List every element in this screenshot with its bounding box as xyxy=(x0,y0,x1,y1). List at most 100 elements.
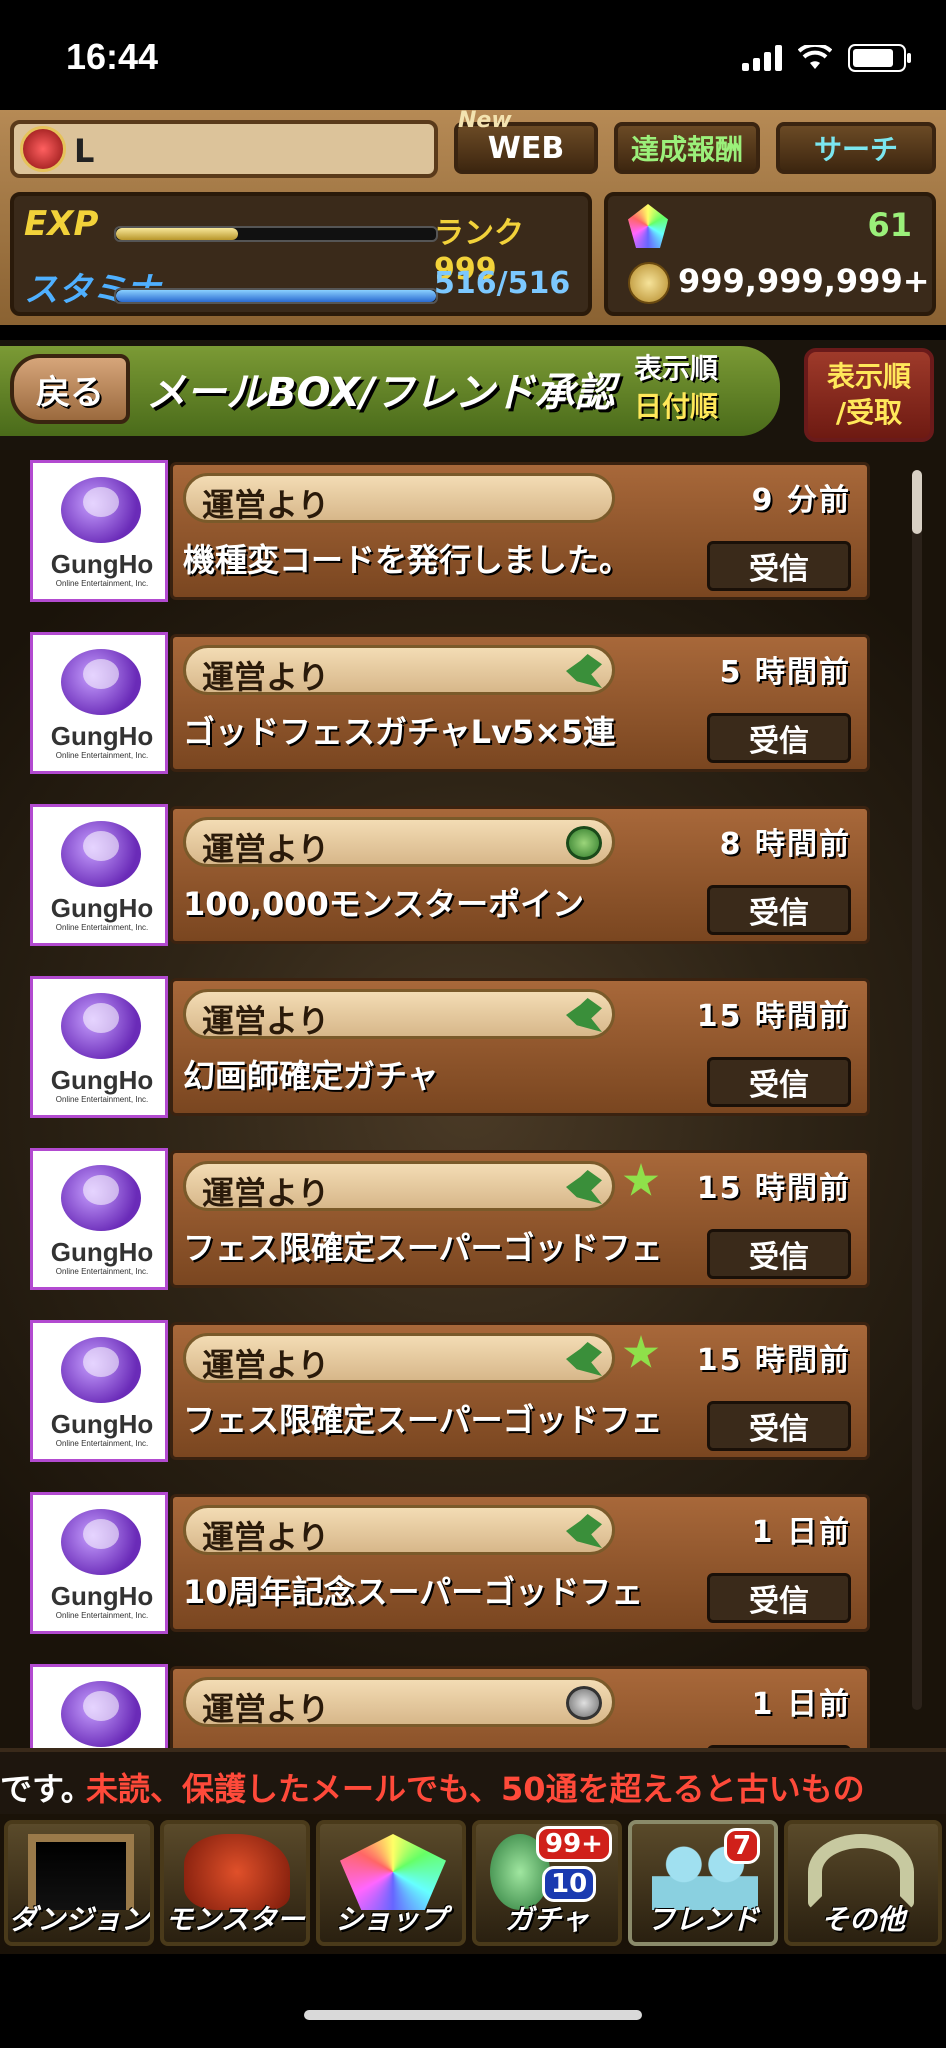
receive-button[interactable]: 受信 xyxy=(707,1229,851,1279)
mail-card[interactable]: 運営より 15 時間前 フェス限確定スーパーゴッドフェ 受信 xyxy=(170,1322,870,1460)
mail-sender: 運営より xyxy=(183,1505,615,1556)
mail-time: 1 日前 xyxy=(751,1515,851,1550)
nav-shop-label: ショップ xyxy=(334,1903,447,1936)
logo-text: GungHo xyxy=(50,721,154,751)
mail-sender-label: 運営より xyxy=(202,1002,330,1040)
receive-button[interactable]: 受信 xyxy=(707,1573,851,1623)
mail-subject: 機種変コードを発行しました。 xyxy=(183,541,632,579)
mail-sender: 運営より xyxy=(183,1333,615,1384)
mail-card[interactable]: 運営より 9 分前機種変コードを発行しました。 受信 xyxy=(170,462,870,600)
mail-card[interactable]: 運営より 15 時間前 フェス限確定スーパーゴッドフェ 受信 xyxy=(170,1150,870,1288)
mail-item[interactable]: GungHo Online Entertainment, Inc. 運営より 15 時… xyxy=(30,1148,870,1294)
wifi-icon xyxy=(798,45,832,69)
logo-subtext: Online Entertainment, Inc. xyxy=(55,1095,149,1104)
receive-button[interactable]: 受信 xyxy=(707,885,851,935)
receive-button[interactable]: 受信 xyxy=(707,541,851,591)
mail-item[interactable]: GungHo Online Entertainment, Inc. 運営より 1 日前… xyxy=(30,1492,870,1638)
sort-value: 日付順 xyxy=(634,390,719,423)
gacha-badge-blue: 10 xyxy=(542,1866,597,1902)
dragon-icon xyxy=(566,1514,602,1548)
mail-item[interactable]: GungHo Online Entertainment, Inc. 運営より 15 時… xyxy=(30,976,870,1122)
nav-monster[interactable]: モンスター xyxy=(160,1820,310,1946)
friend-badge: 7 xyxy=(724,1828,761,1864)
gacha-badge-red: 99+ xyxy=(536,1826,612,1862)
mail-sender: 運営より xyxy=(183,1677,615,1728)
mail-sender: 運営より xyxy=(183,473,615,524)
scrollbar-thumb[interactable] xyxy=(912,470,922,534)
gungho-logo-icon xyxy=(61,821,141,887)
receive-button[interactable]: 受信 xyxy=(707,1401,851,1451)
nav-dungeon[interactable]: ダンジョン xyxy=(4,1820,154,1946)
logo-text: GungHo xyxy=(50,1409,154,1439)
nav-other-label: その他 xyxy=(820,1903,905,1936)
nav-gacha[interactable]: 99+ 10 ガチャ xyxy=(472,1820,622,1946)
mail-item[interactable]: GungHo Online Entertainment, Inc. 運営より 8 時間… xyxy=(30,804,870,950)
mail-card[interactable]: 運営より 8 時間前 100,000モンスターポイン 受信 xyxy=(170,806,870,944)
logo-subtext: Online Entertainment, Inc. xyxy=(55,1611,149,1620)
mail-time: 15 時間前 xyxy=(696,1343,851,1378)
mail-sender-label: 運営より xyxy=(202,486,330,524)
dragon-icon xyxy=(566,998,602,1032)
receive-button[interactable]: 受信 xyxy=(707,1057,851,1107)
mail-sender: 運営より xyxy=(183,989,615,1040)
battery-icon xyxy=(848,44,911,72)
home-indicator[interactable] xyxy=(304,2010,642,2020)
sort-indicator: 表示順 日付順 xyxy=(634,350,718,426)
nav-dungeon-label: ダンジョン xyxy=(8,1903,149,1936)
silver-coin-icon xyxy=(566,1686,602,1720)
nav-friend-label: フレンド xyxy=(646,1903,759,1936)
mail-sender: 運営より xyxy=(183,645,615,696)
mail-item[interactable]: GungHo Online Entertainment, Inc. 運営より 5 時間… xyxy=(30,632,870,778)
mail-card[interactable]: 運営より 1 日前 xyxy=(170,1666,870,1748)
receive-button[interactable]: 受信 xyxy=(707,713,851,763)
stamina-value: 516/516 xyxy=(434,266,571,301)
back-button[interactable]: 戻る xyxy=(10,354,130,424)
mail-time: 15 時間前 xyxy=(696,1171,851,1206)
sort-receive-button[interactable]: 表示順 /受取 xyxy=(804,348,934,442)
nav-monster-label: モンスター xyxy=(165,1903,305,1936)
logo-subtext: Online Entertainment, Inc. xyxy=(55,751,149,760)
magic-stone-count: 61 xyxy=(867,206,912,244)
scrollbar[interactable] xyxy=(912,470,922,1710)
gungho-logo-icon xyxy=(61,1337,141,1403)
mail-item[interactable]: GungHo Online Entertainment, Inc. 運営より 15 時… xyxy=(30,1320,870,1466)
mail-list[interactable]: GungHo Online Entertainment, Inc. 運営より 9 分前… xyxy=(0,450,946,1748)
search-button[interactable]: サーチ xyxy=(776,122,936,174)
mail-time: 8 時間前 xyxy=(719,827,851,862)
status-icons xyxy=(742,44,911,72)
coin-count: 999,999,999+ xyxy=(678,262,930,300)
magic-stone-icon xyxy=(628,204,668,248)
bottom-nav: ダンジョン モンスター ショップ 99+ 10 ガチャ 7 フレンド その他 xyxy=(0,1814,946,1954)
notice-ticker: です。 未読、保護したメールでも、50通を超えると古いもの xyxy=(0,1748,946,1818)
mail-subject: 幻画師確定ガチャ xyxy=(183,1057,439,1095)
status-bar: 16:44 xyxy=(0,0,946,110)
monster-point-icon xyxy=(566,826,602,860)
mail-time: 9 分前 xyxy=(751,483,851,518)
mail-item[interactable]: GungHoOnline Entertainment, Inc. 運営より 1 日前 xyxy=(30,1664,870,1748)
player-name-box[interactable]: L xyxy=(10,120,438,178)
mail-sender-label: 運営より xyxy=(202,1346,330,1384)
mail-sender-label: 運営より xyxy=(202,830,330,868)
mail-card[interactable]: 運営より 15 時間前 幻画師確定ガチャ 受信 xyxy=(170,978,870,1116)
gungho-logo-icon xyxy=(61,993,141,1059)
mail-subject: 100,000モンスターポイン xyxy=(183,885,585,923)
mail-sender: 運営より xyxy=(183,1161,615,1212)
gungho-logo-icon xyxy=(61,477,141,543)
mail-card[interactable]: 運営より 1 日前 10周年記念スーパーゴッドフェ 受信 xyxy=(170,1494,870,1632)
signal-icon xyxy=(742,45,782,71)
mail-sender: 運営より xyxy=(183,817,615,868)
achievement-rewards-button[interactable]: 達成報酬 xyxy=(614,122,760,174)
sender-logo: GungHoOnline Entertainment, Inc. xyxy=(30,1148,168,1290)
nav-other[interactable]: その他 xyxy=(784,1820,942,1946)
nav-friend[interactable]: 7 フレンド xyxy=(628,1820,778,1946)
stamina-bar-fill xyxy=(116,290,436,302)
mail-time: 5 時間前 xyxy=(719,655,851,690)
mail-item[interactable]: GungHo Online Entertainment, Inc. 運営より 9 分前… xyxy=(30,460,870,606)
nav-shop[interactable]: ショップ xyxy=(316,1820,466,1946)
logo-subtext: Online Entertainment, Inc. xyxy=(55,1267,149,1276)
sort-label: 表示順 xyxy=(634,352,719,385)
web-label: WEB xyxy=(487,130,565,166)
mail-card[interactable]: 運営より 5 時間前 ゴッドフェスガチャLv5×5連 受信 xyxy=(170,634,870,772)
ticker-lead: です。 xyxy=(0,1770,93,1808)
web-button[interactable]: New WEB xyxy=(454,108,598,174)
